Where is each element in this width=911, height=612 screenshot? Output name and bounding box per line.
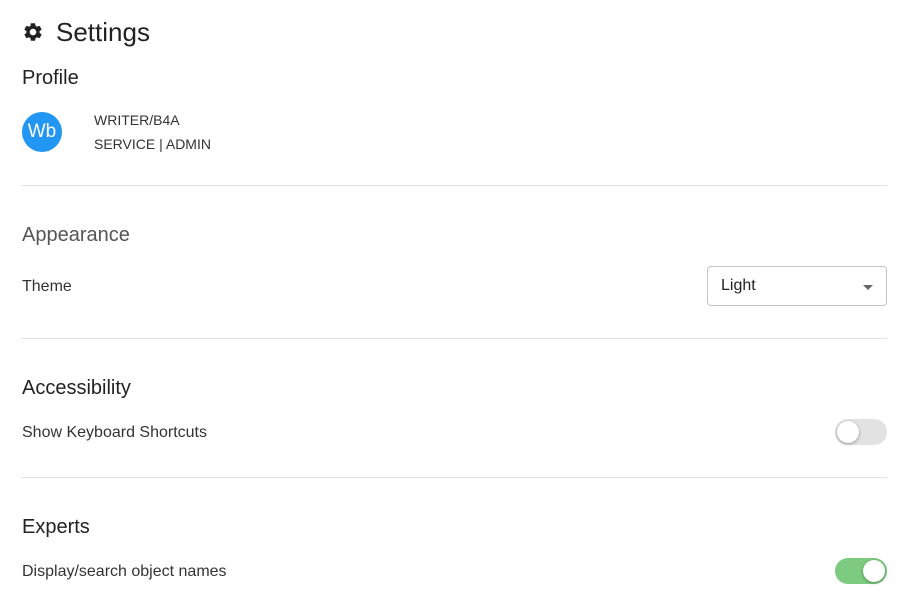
keyboard-shortcuts-label: Show Keyboard Shortcuts: [22, 424, 207, 441]
page-title: Settings: [56, 16, 150, 47]
theme-label: Theme: [22, 278, 72, 295]
appearance-section-title: Appearance: [22, 224, 130, 246]
theme-select-value: Light: [721, 277, 756, 294]
experts-section-title: Experts: [22, 516, 90, 538]
object-names-toggle[interactable]: [835, 558, 887, 584]
keyboard-shortcuts-toggle[interactable]: [835, 419, 887, 445]
profile-name: WRITER/B4A: [94, 112, 180, 128]
divider: [22, 185, 887, 186]
gear-icon: [22, 21, 44, 43]
settings-header: Settings: [22, 16, 150, 48]
theme-select[interactable]: Light: [707, 266, 887, 306]
chevron-down-icon: [863, 285, 873, 290]
profile-role: SERVICE | ADMIN: [94, 136, 211, 152]
profile-section-title: Profile: [22, 67, 79, 89]
accessibility-section-title: Accessibility: [22, 377, 131, 399]
object-names-label: Display/search object names: [22, 563, 227, 580]
toggle-knob: [863, 560, 885, 582]
divider: [22, 477, 887, 478]
toggle-knob: [837, 421, 859, 443]
avatar: Wb: [22, 112, 62, 152]
divider: [22, 338, 887, 339]
